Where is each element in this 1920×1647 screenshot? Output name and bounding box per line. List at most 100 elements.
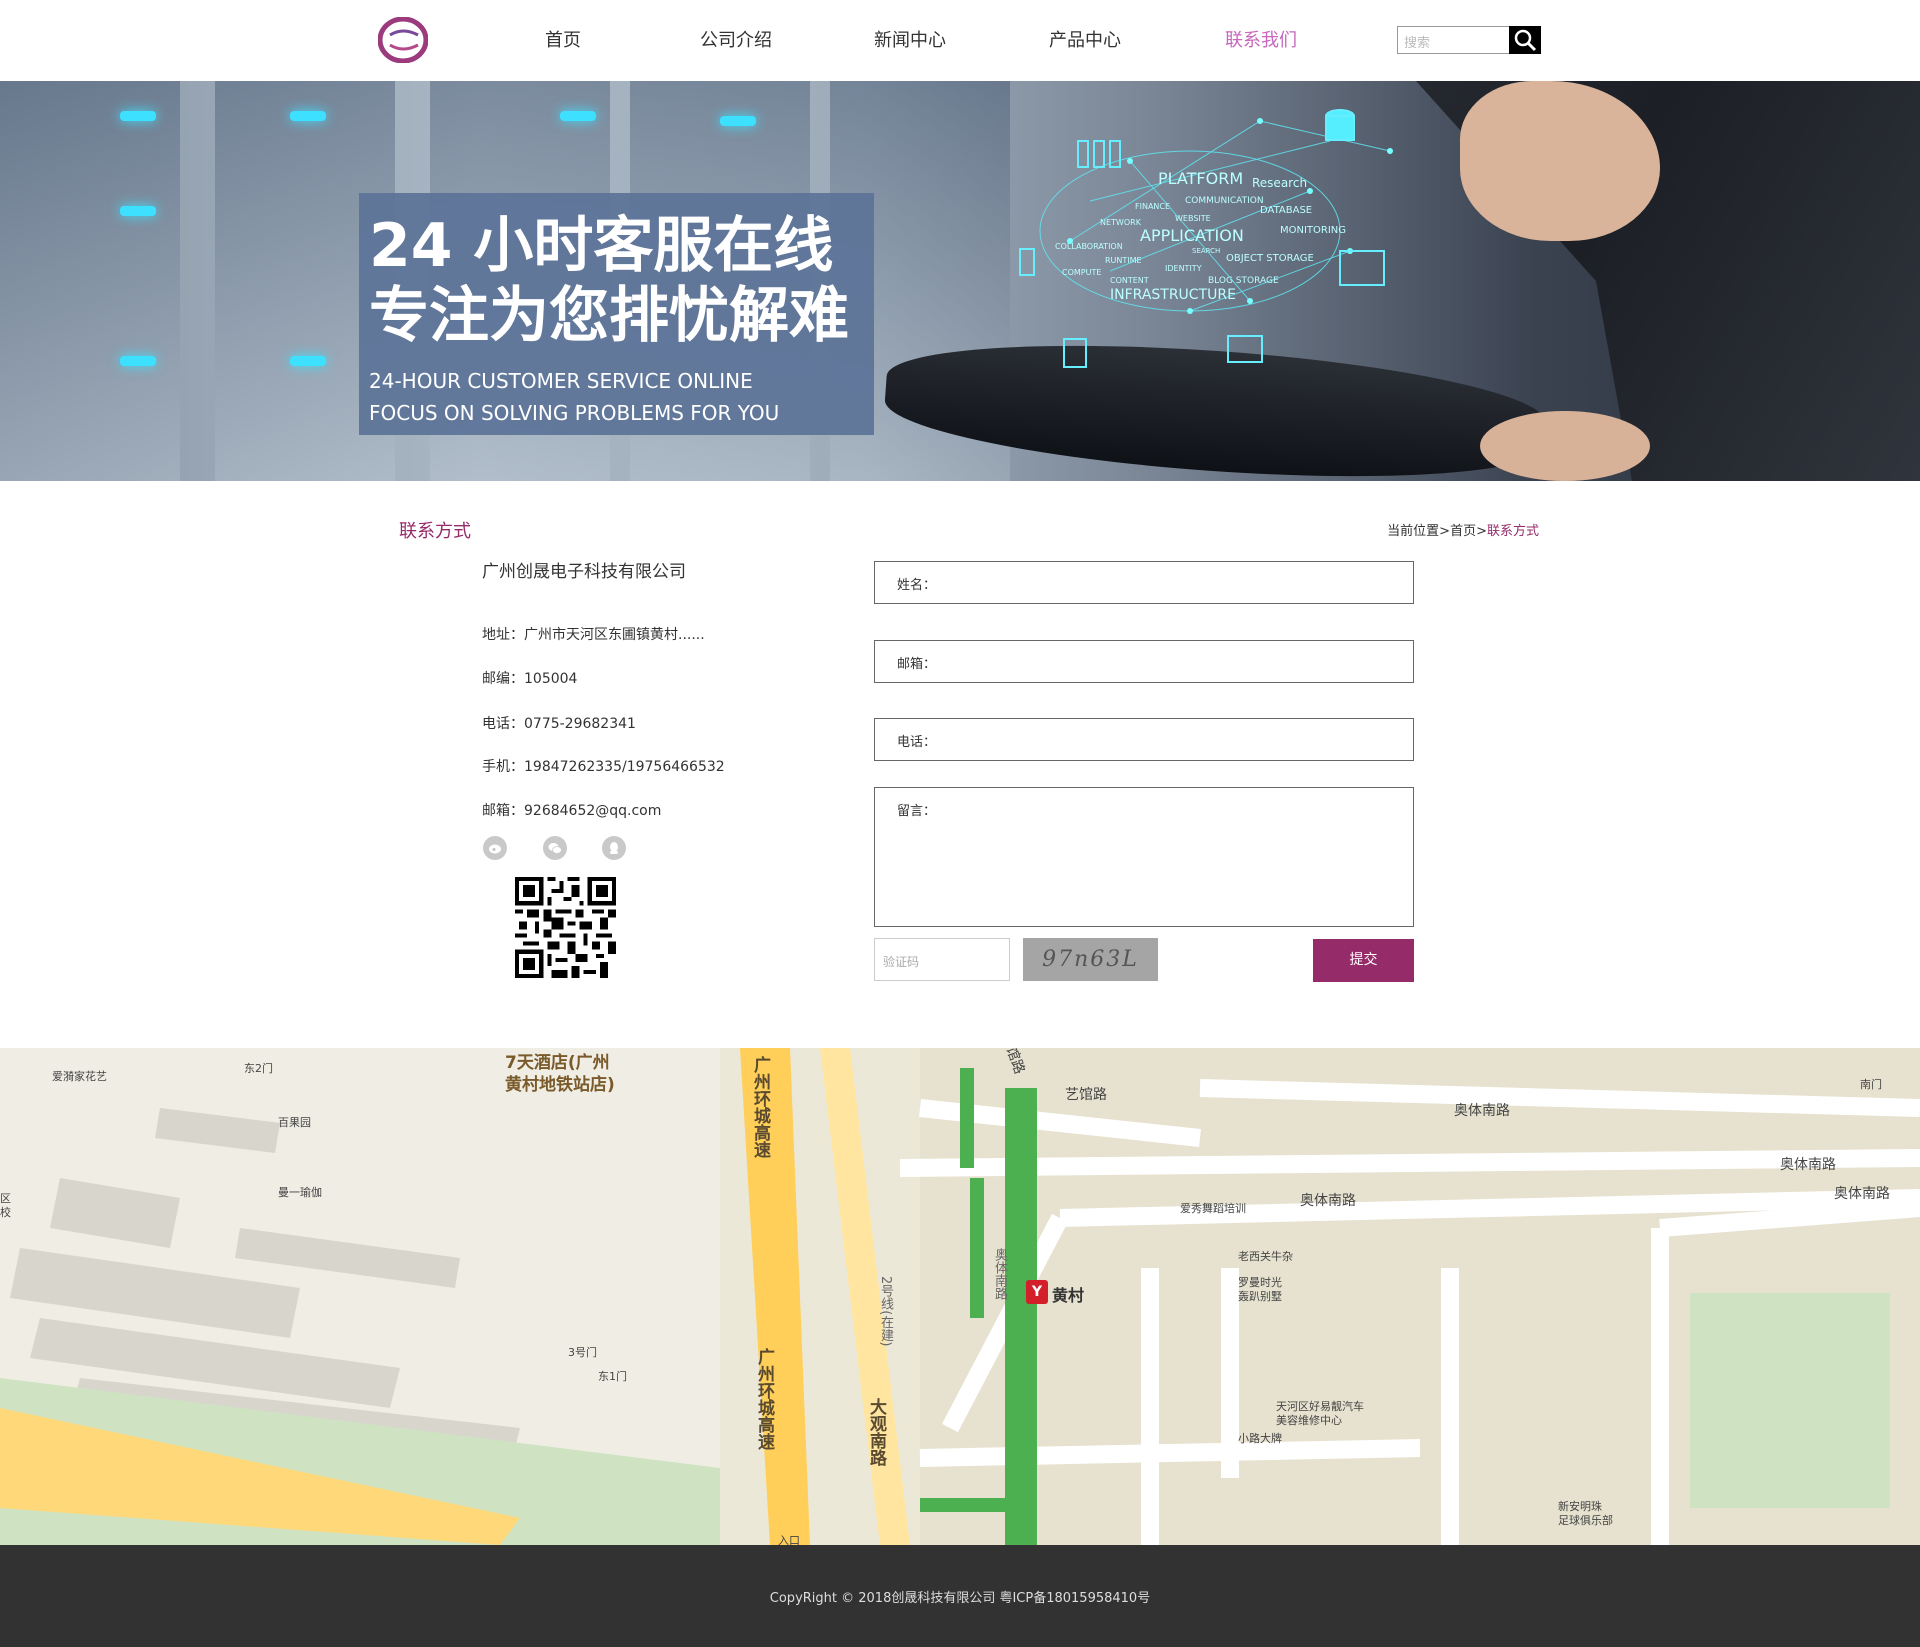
server-light <box>120 206 156 216</box>
search-input[interactable]: 搜索 <box>1397 26 1510 54</box>
banner-headline: 24 小时客服在线 <box>369 211 834 281</box>
net-word: BLOG STORAGE <box>1208 276 1279 286</box>
message-textarea[interactable]: 留言： <box>874 787 1414 927</box>
phone: 电话：0775-29682341 <box>482 716 636 732</box>
banner-caption: 24 小时客服在线 专注为您排忧解难 24-HOUR CUSTOMER SERV… <box>359 193 874 435</box>
net-word: MONITORING <box>1280 225 1346 236</box>
monitor-icon <box>1339 250 1385 286</box>
net-word: NETWORK <box>1100 218 1142 227</box>
name-field[interactable]: 姓名： <box>874 561 1414 604</box>
map-label: 老西关牛杂 <box>1238 1250 1293 1263</box>
net-word: SEARCH <box>1192 247 1220 255</box>
wechat-icon[interactable] <box>543 836 567 860</box>
server-light <box>720 116 756 126</box>
map-label: 入口 <box>778 1534 800 1545</box>
net-word: WEBSITE <box>1175 214 1211 223</box>
map-label: 轰趴别墅 <box>1238 1290 1282 1303</box>
map-label: 南门 <box>1860 1078 1882 1091</box>
banner-subheadline: 专注为您排忧解难 <box>369 281 849 351</box>
submit-button[interactable]: 提交 <box>1313 939 1414 982</box>
map-label: 3号门 <box>568 1346 597 1359</box>
mobile: 手机：19847262335/19756466532 <box>482 759 725 775</box>
map-label: 足球俱乐部 <box>1558 1514 1613 1527</box>
server-light <box>290 356 326 366</box>
map-road-label: 2号线(在建) <box>878 1276 893 1347</box>
map-road-label: 艺馆路 <box>1065 1087 1107 1103</box>
monitor-icon <box>1227 335 1263 363</box>
net-word: IDENTITY <box>1165 264 1202 273</box>
qq-icon[interactable] <box>602 836 626 860</box>
section-title: 联系方式 <box>399 521 471 542</box>
map-sports-field <box>1690 1293 1890 1508</box>
email-label: 邮箱： <box>897 657 937 672</box>
site-footer: CopyRight © 2018创晟科技有限公司 粤ICP备1801595841… <box>0 1545 1920 1647</box>
captcha-image[interactable]: 97n63L <box>1023 938 1158 981</box>
metro-station-label: 黄村 <box>1052 1286 1085 1305</box>
server-icon <box>1077 140 1089 168</box>
net-word: INFRASTRUCTURE <box>1110 287 1236 303</box>
map-label: 曼一瑜伽 <box>278 1186 322 1199</box>
nav-products[interactable]: 产品中心 <box>1049 26 1121 52</box>
search-button[interactable] <box>1509 26 1541 54</box>
wechat-qr-code <box>515 877 616 978</box>
map-road-daguan <box>820 1048 910 1545</box>
company-name: 广州创晟电子科技有限公司 <box>482 562 686 582</box>
search-icon <box>1514 29 1537 52</box>
map-road-label: 广州环城高速 <box>754 1348 774 1450</box>
captcha-input[interactable]: 验证码 <box>874 938 1010 981</box>
map-road-label: 奥体南路 <box>1834 1186 1890 1202</box>
map-road-label: 奥体南路 <box>1780 1157 1836 1173</box>
email-field[interactable]: 邮箱： <box>874 640 1414 683</box>
nav-home[interactable]: 首页 <box>545 26 581 52</box>
location-map[interactable]: 7天酒店(广州 黄村地铁站店) 爱漪家花艺 东2门 百果园 曼一瑜伽 3号门 东… <box>0 1048 1920 1545</box>
map-label: 校 <box>0 1206 11 1219</box>
message-label: 留言： <box>897 804 937 819</box>
server-light <box>290 111 326 121</box>
address: 地址：广州市天河区东圃镇黄村...... <box>482 627 705 643</box>
name-label: 姓名： <box>897 578 937 593</box>
copyright: CopyRight © 2018创晟科技有限公司 粤ICP备1801595841… <box>769 1591 1151 1606</box>
phone-field[interactable]: 电话： <box>874 718 1414 761</box>
map-label: 美容维修中心 <box>1276 1414 1342 1427</box>
server-light <box>560 111 596 121</box>
net-word: FINANCE <box>1135 202 1170 211</box>
company-logo[interactable] <box>378 17 428 63</box>
banner-english-2: FOCUS ON SOLVING PROBLEMS FOR YOU <box>369 401 780 425</box>
map-label: 黄村地铁站店) <box>505 1075 615 1095</box>
database-icon <box>1325 115 1355 141</box>
breadcrumb-home[interactable]: 首页 <box>1450 524 1476 539</box>
banner-english-1: 24-HOUR CUSTOMER SERVICE ONLINE <box>369 369 753 393</box>
nav-contact[interactable]: 联系我们 <box>1225 26 1297 52</box>
server-rack <box>0 81 180 481</box>
cloud-network-graphic: PLATFORM Research COMMUNICATION FINANCE … <box>1019 109 1393 368</box>
breadcrumb-separator: > <box>1439 524 1451 539</box>
nav-company-intro[interactable]: 公司介绍 <box>700 26 772 52</box>
map-road-label: 广州环城高速 <box>750 1056 770 1158</box>
net-word: OBJECT STORAGE <box>1226 253 1314 264</box>
net-word: DATABASE <box>1260 205 1312 216</box>
map-label: 东2门 <box>244 1062 273 1075</box>
map-label: 小路大牌 <box>1238 1432 1282 1445</box>
server-icon <box>1093 140 1105 168</box>
map-road-label: 奥体南路 <box>992 1248 1007 1300</box>
site-header: 首页 公司介绍 新闻中心 产品中心 联系我们 搜索 <box>0 0 1920 81</box>
phone-label: 电话： <box>897 735 937 750</box>
hero-banner: PLATFORM Research COMMUNICATION FINANCE … <box>0 81 1920 481</box>
server-light <box>120 111 156 121</box>
map-label: 爱漪家花艺 <box>52 1070 107 1083</box>
weibo-icon[interactable] <box>483 836 507 860</box>
net-word: RUNTIME <box>1105 256 1142 265</box>
hand <box>1480 411 1650 481</box>
map-label: 东1门 <box>598 1370 627 1383</box>
breadcrumb-prefix: 当前位置 <box>1387 524 1440 539</box>
map-road-label: 奥体南路 <box>1300 1193 1356 1209</box>
phone-icon <box>1019 248 1035 276</box>
net-word: APPLICATION <box>1140 226 1244 245</box>
map-road-label: 奥体南路 <box>1454 1103 1510 1119</box>
postcode: 邮编：105004 <box>482 671 578 687</box>
net-word: CONTENT <box>1110 276 1149 285</box>
nav-news[interactable]: 新闻中心 <box>874 26 946 52</box>
map-label: 百果园 <box>278 1116 311 1129</box>
email: 邮箱：92684652@qq.com <box>482 803 662 819</box>
metro-station-icon[interactable]: Y <box>1026 1280 1048 1304</box>
